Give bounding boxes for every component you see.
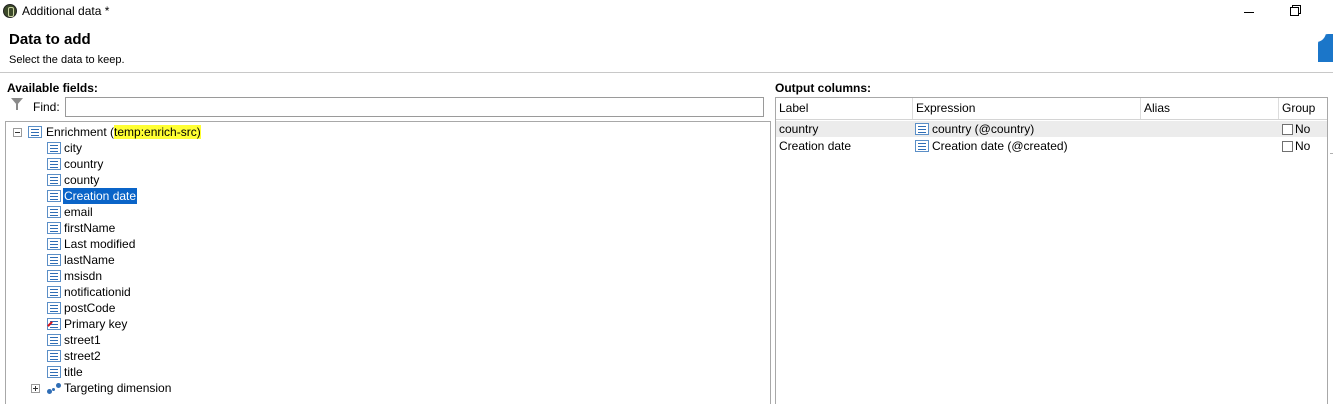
temp-source-highlight: temp:enrich-src): [114, 125, 201, 139]
list-icon: [47, 302, 61, 314]
field-item-msisdn[interactable]: msisdn: [6, 268, 406, 284]
link-icon: [47, 382, 63, 394]
page-title: Data to add: [9, 31, 91, 48]
field-label: city: [64, 141, 82, 155]
list-icon: [915, 123, 929, 135]
list-icon: [47, 334, 61, 346]
cell-expression: country (@country): [932, 122, 1035, 136]
column-header-group[interactable]: Group: [1278, 98, 1327, 119]
output-columns-label: Output columns:: [775, 81, 871, 95]
window-title: Additional data *: [22, 4, 110, 18]
list-icon: [47, 318, 61, 330]
list-icon: [47, 222, 61, 234]
field-label: county: [64, 173, 100, 187]
field-label: postCode: [64, 301, 116, 315]
list-icon: [47, 270, 61, 282]
grid-header: Label Expression Alias Group: [776, 98, 1327, 120]
title-bar: Additional data *: [0, 0, 1333, 24]
expand-icon[interactable]: [31, 384, 40, 393]
group-checkbox[interactable]: [1282, 124, 1293, 135]
field-label: msisdn: [64, 269, 103, 283]
filter-icon: [11, 98, 23, 110]
field-label: Creation date: [61, 187, 139, 205]
cell-group: No: [1295, 139, 1311, 153]
available-fields-label: Available fields:: [7, 81, 98, 95]
app-icon: [3, 4, 17, 18]
field-label: street1: [64, 333, 101, 347]
output-columns-grid[interactable]: Label Expression Alias Group country cou…: [775, 97, 1328, 404]
list-icon: [47, 254, 61, 266]
field-item-primary-key[interactable]: Primary key: [6, 316, 406, 332]
tree-node-enrichment[interactable]: Enrichment (temp:enrich-src): [6, 124, 406, 140]
field-item-street2[interactable]: street2: [6, 348, 406, 364]
list-icon: [47, 174, 61, 186]
list-icon: [47, 238, 61, 250]
grid-scroll-area: [1328, 97, 1333, 404]
field-item-lastname[interactable]: lastName: [6, 252, 406, 268]
list-icon: [47, 350, 61, 362]
tree-node-targeting-dimension[interactable]: Targeting dimension: [6, 380, 406, 396]
list-icon: [47, 142, 61, 154]
column-header-expression[interactable]: Expression: [912, 98, 1140, 119]
list-icon: [47, 190, 61, 202]
field-label: street2: [64, 349, 101, 363]
field-label: firstName: [64, 221, 116, 235]
field-label: country: [64, 157, 104, 171]
find-label: Find:: [33, 100, 60, 114]
minimize-icon[interactable]: [1241, 3, 1257, 19]
field-item-county[interactable]: county: [6, 172, 406, 188]
find-input[interactable]: [65, 97, 764, 117]
field-item-street1[interactable]: street1: [6, 332, 406, 348]
field-label: email: [64, 205, 93, 219]
field-item-city[interactable]: city: [6, 140, 406, 156]
column-header-label[interactable]: Label: [776, 98, 912, 119]
tree-node-label: Targeting dimension: [64, 381, 172, 395]
field-item-creation-date[interactable]: Creation date: [6, 187, 406, 205]
restore-icon[interactable]: [1287, 3, 1303, 19]
list-icon: [47, 158, 61, 170]
available-fields-tree[interactable]: Enrichment (temp:enrich-src) city countr…: [5, 121, 771, 404]
list-icon: [28, 126, 42, 138]
field-item-postcode[interactable]: postCode: [6, 300, 406, 316]
cell-group: No: [1295, 122, 1311, 136]
field-item-last-modified[interactable]: Last modified: [6, 236, 406, 252]
tree-node-label: Enrichment (: [46, 125, 115, 139]
page-header: Data to add Select the data to keep.: [0, 24, 1333, 73]
cell-expression: Creation date (@created): [932, 139, 1068, 153]
field-item-firstname[interactable]: firstName: [6, 220, 406, 236]
primary-key-icon: [47, 318, 61, 330]
corner-logo-icon: [1316, 32, 1333, 62]
field-item-country[interactable]: country: [6, 156, 406, 172]
cell-label: Creation date: [779, 139, 852, 153]
table-row[interactable]: country country (@country) No: [776, 121, 1327, 137]
list-icon: [47, 366, 61, 378]
field-label: Primary key: [64, 317, 128, 331]
collapse-icon[interactable]: [13, 128, 22, 137]
column-header-alias[interactable]: Alias: [1140, 98, 1278, 119]
field-label: notificationid: [64, 285, 131, 299]
list-icon: [47, 206, 61, 218]
cell-label: country: [779, 122, 819, 136]
field-label: lastName: [64, 253, 115, 267]
field-item-title[interactable]: title: [6, 364, 406, 380]
group-checkbox[interactable]: [1282, 141, 1293, 152]
table-row[interactable]: Creation date Creation date (@created) N…: [776, 138, 1327, 154]
list-icon: [915, 140, 929, 152]
field-item-notificationid[interactable]: notificationid: [6, 284, 406, 300]
page-subtitle: Select the data to keep.: [9, 54, 125, 66]
list-icon: [47, 286, 61, 298]
field-label: title: [64, 365, 83, 379]
field-label: Last modified: [64, 237, 136, 251]
field-item-email[interactable]: email: [6, 204, 406, 220]
